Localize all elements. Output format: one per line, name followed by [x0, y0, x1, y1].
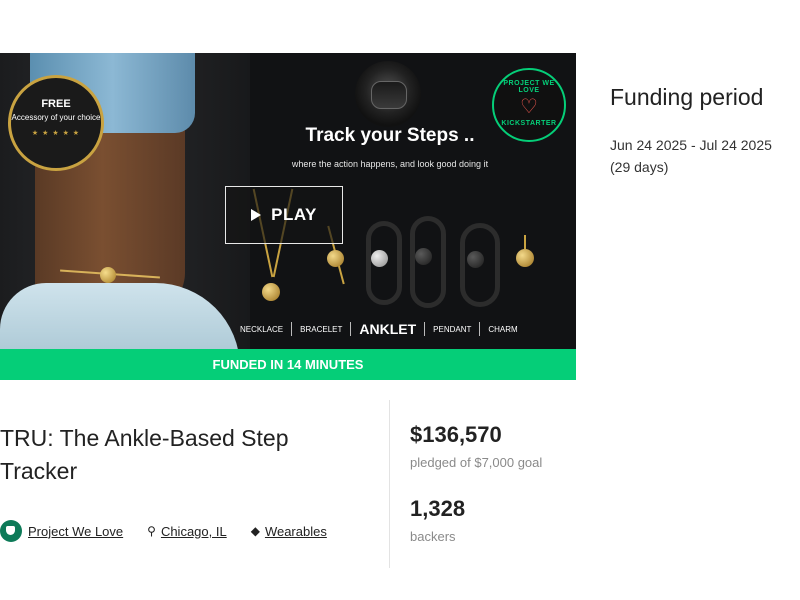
bracelet-charm-image — [327, 250, 344, 267]
category-divider — [291, 322, 293, 336]
project-we-love-seal: PROJECT WE LOVE ♡ KICKSTARTER — [492, 68, 566, 142]
location-pin-icon: ⚲ — [147, 524, 156, 538]
category-divider — [479, 322, 481, 336]
play-button[interactable]: PLAY — [225, 186, 343, 244]
location-link[interactable]: Chicago, IL — [161, 524, 227, 539]
category-charm: CHARM — [488, 324, 518, 334]
hero-subline: where the action happens, and look good … — [291, 159, 489, 169]
charm-pod-image — [467, 251, 484, 268]
category-bracelet: BRACELET — [300, 324, 343, 334]
backers-count: 1,328 — [410, 496, 466, 521]
category-pendant: PENDANT — [433, 324, 472, 334]
project-we-love-link[interactable]: Project We Love — [28, 524, 123, 539]
project-video[interactable]: FREE Accessory of your choice ★ ★ ★ ★ ★ … — [0, 53, 576, 380]
anklet-charm — [100, 267, 116, 283]
small-charm-image — [516, 249, 534, 267]
funding-period-dates: Jun 24 2025 - Jul 24 2025 — [610, 137, 772, 153]
tracker-device-image — [355, 61, 421, 127]
free-accessory-badge: FREE Accessory of your choice ★ ★ ★ ★ ★ — [8, 75, 104, 171]
pendant-pod-image — [415, 248, 432, 265]
pledged-goal: pledged of $7,000 goal — [410, 455, 543, 470]
badge-free-sub: Accessory of your choice — [11, 113, 101, 122]
category-anklet: ANKLET — [359, 321, 417, 337]
play-label: PLAY — [271, 205, 317, 224]
badge-stars: ★ ★ ★ ★ ★ — [31, 130, 81, 137]
seal-top-text: PROJECT WE LOVE — [503, 80, 555, 94]
hero-headline: Track your Steps .. — [305, 125, 475, 146]
category-divider — [350, 322, 352, 336]
category-link[interactable]: Wearables — [265, 524, 327, 539]
heart-icon: ♡ — [520, 96, 538, 118]
product-category-labels: NECKLACE BRACELET ANKLET PENDANT CHARM — [240, 321, 560, 337]
small-charm-loop — [524, 235, 526, 249]
project-meta: Project We Love ⚲ Chicago, IL ◆ Wearable… — [0, 520, 327, 542]
project-we-love-icon — [0, 520, 22, 542]
pledged-amount: $136,570 — [410, 422, 502, 447]
project-title: TRU: The Ankle-Based Step Tracker — [0, 425, 289, 484]
category-necklace: NECKLACE — [240, 324, 284, 334]
tag-icon: ◆ — [250, 524, 260, 538]
backers-label: backers — [410, 529, 456, 544]
stats-divider — [389, 400, 390, 568]
anklet-pod-image — [371, 250, 388, 267]
funding-period-title: Funding period — [610, 84, 764, 110]
play-icon — [251, 209, 262, 221]
seal-bottom-text: KICKSTARTER — [501, 120, 557, 127]
category-divider — [424, 322, 426, 336]
funding-period-days: (29 days) — [610, 159, 669, 175]
funded-banner: FUNDED IN 14 MINUTES — [0, 349, 576, 380]
badge-free-label: FREE — [41, 98, 71, 110]
necklace-charm-image — [262, 283, 280, 301]
